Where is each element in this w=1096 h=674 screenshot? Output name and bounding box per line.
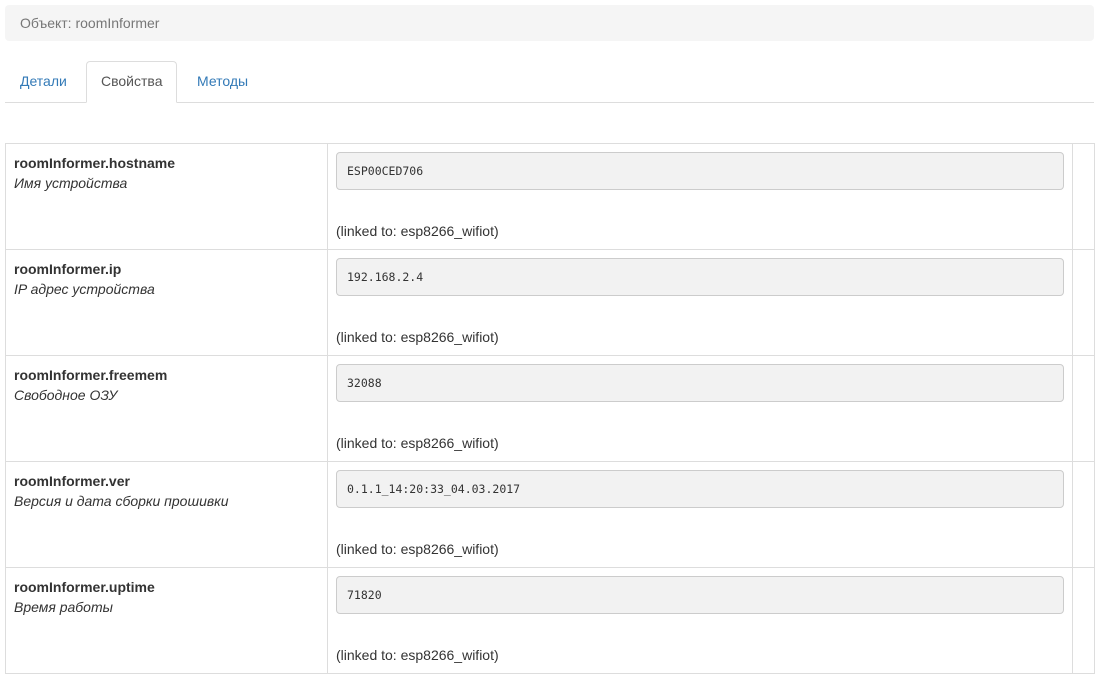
- extra-cell: [1072, 355, 1095, 462]
- property-name-cell: roomInformer.ver Версия и дата сборки пр…: [5, 461, 328, 568]
- property-value-input[interactable]: 32088: [336, 364, 1064, 402]
- extra-cell: [1072, 249, 1095, 356]
- property-value-cell: 0.1.1_14:20:33_04.03.2017 (linked to: es…: [327, 461, 1073, 568]
- tab-properties[interactable]: Свойства: [86, 61, 178, 103]
- property-description: Имя устройства: [14, 175, 128, 191]
- property-value-cell: 192.168.2.4 (linked to: esp8266_wifiot): [327, 249, 1073, 356]
- property-name-cell: roomInformer.ip IP адрес устройства: [5, 249, 328, 356]
- linked-note: (linked to: esp8266_wifiot): [336, 435, 499, 451]
- linked-note: (linked to: esp8266_wifiot): [336, 329, 499, 345]
- property-value-input[interactable]: 192.168.2.4: [336, 258, 1064, 296]
- breadcrumb: Объект: roomInformer: [5, 5, 1094, 41]
- property-name: roomInformer.hostname: [14, 155, 176, 171]
- extra-cell: [1072, 143, 1095, 250]
- property-name-cell: roomInformer.freemem Свободное ОЗУ: [5, 355, 328, 462]
- tab-methods-label: Методы: [197, 73, 249, 89]
- linked-note: (linked to: esp8266_wifiot): [336, 223, 499, 239]
- property-description: IP адрес устройства: [14, 281, 155, 297]
- property-value-cell: 32088 (linked to: esp8266_wifiot): [327, 355, 1073, 462]
- tab-properties-label: Свойства: [101, 73, 163, 89]
- table-row: roomInformer.freemem Свободное ОЗУ 32088…: [5, 355, 1095, 462]
- property-description: Свободное ОЗУ: [14, 387, 118, 403]
- property-value-cell: ESP00CED706 (linked to: esp8266_wifiot): [327, 143, 1073, 250]
- tab-details-label: Детали: [20, 73, 67, 89]
- property-value-input[interactable]: ESP00CED706: [336, 152, 1064, 190]
- property-name: roomInformer.freemem: [14, 367, 168, 383]
- property-name-cell: roomInformer.hostname Имя устройства: [5, 143, 328, 250]
- extra-cell: [1072, 461, 1095, 568]
- extra-cell: [1072, 567, 1095, 674]
- property-name-cell: roomInformer.uptime Время работы: [5, 567, 328, 674]
- property-name: roomInformer.uptime: [14, 579, 155, 595]
- table-row: roomInformer.uptime Время работы 71820 (…: [5, 567, 1095, 674]
- linked-note: (linked to: esp8266_wifiot): [336, 647, 499, 663]
- linked-note: (linked to: esp8266_wifiot): [336, 541, 499, 557]
- tab-details[interactable]: Детали: [5, 61, 82, 103]
- property-description: Время работы: [14, 599, 113, 615]
- property-value-cell: 71820 (linked to: esp8266_wifiot): [327, 567, 1073, 674]
- tab-bar: Детали Свойства Методы: [5, 61, 1094, 103]
- property-name: roomInformer.ver: [14, 473, 130, 489]
- property-value-input[interactable]: 0.1.1_14:20:33_04.03.2017: [336, 470, 1064, 508]
- property-description: Версия и дата сборки прошивки: [14, 493, 229, 509]
- property-value-input[interactable]: 71820: [336, 576, 1064, 614]
- table-row: roomInformer.ver Версия и дата сборки пр…: [5, 461, 1095, 568]
- table-row: roomInformer.ip IP адрес устройства 192.…: [5, 249, 1095, 356]
- properties-table: roomInformer.hostname Имя устройства ESP…: [5, 143, 1095, 674]
- breadcrumb-text: Объект: roomInformer: [20, 15, 160, 31]
- table-row: roomInformer.hostname Имя устройства ESP…: [5, 143, 1095, 250]
- property-name: roomInformer.ip: [14, 261, 122, 277]
- tab-methods[interactable]: Методы: [182, 61, 263, 103]
